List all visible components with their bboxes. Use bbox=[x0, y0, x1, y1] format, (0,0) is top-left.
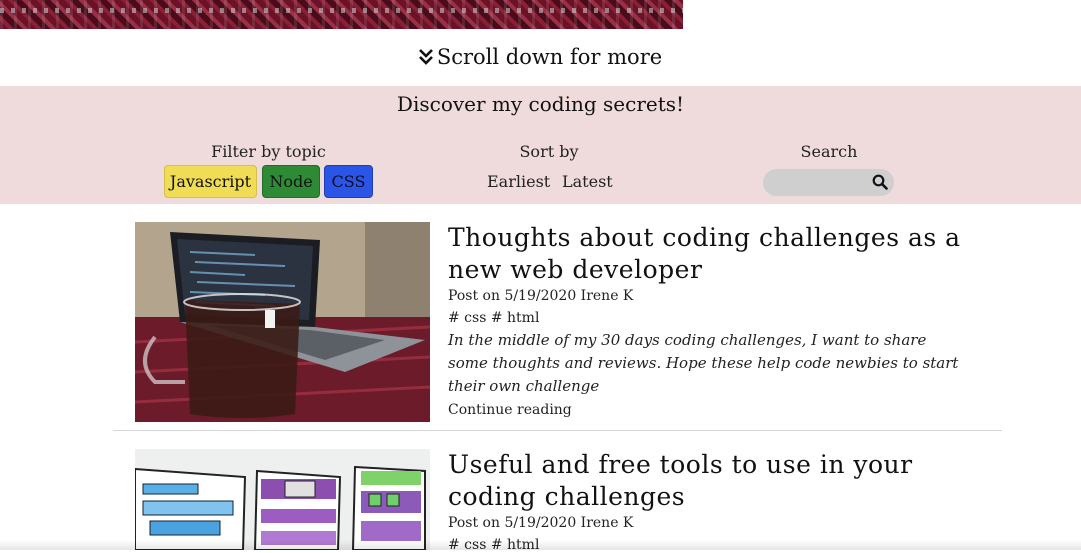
search-label: Search bbox=[800, 142, 858, 161]
post-thumbnail[interactable] bbox=[135, 222, 430, 422]
search-field[interactable] bbox=[763, 169, 894, 196]
topic-css-button[interactable]: CSS bbox=[324, 165, 373, 198]
sort-earliest-link[interactable]: Earliest bbox=[487, 172, 550, 191]
double-chevron-down-icon bbox=[418, 49, 433, 65]
post-tags[interactable]: # css # html bbox=[448, 310, 539, 326]
post-title[interactable]: Useful and free tools to use in your cod… bbox=[448, 449, 988, 513]
hero-image bbox=[0, 0, 683, 29]
topic-javascript-button[interactable]: Javascript bbox=[164, 165, 257, 198]
scroll-hint[interactable]: Scroll down for more bbox=[0, 42, 1081, 72]
discover-banner: Discover my coding secrets! Filter by to… bbox=[0, 86, 1081, 204]
post-title[interactable]: Thoughts about coding challenges as a ne… bbox=[448, 222, 988, 286]
bottom-shadow bbox=[0, 540, 1081, 550]
filter-label: Filter by topic bbox=[211, 142, 326, 161]
post-meta: Post on 5/19/2020 Irene K bbox=[448, 515, 634, 531]
banner-title: Discover my coding secrets! bbox=[396, 92, 685, 116]
topic-node-button[interactable]: Node bbox=[262, 165, 320, 198]
post-thumbnail[interactable] bbox=[135, 449, 430, 550]
search-icon[interactable] bbox=[872, 174, 888, 190]
post-excerpt: In the middle of my 30 days coding chall… bbox=[448, 331, 959, 395]
post-divider bbox=[113, 430, 1002, 431]
search-input[interactable] bbox=[763, 169, 883, 196]
sort-label: Sort by bbox=[519, 142, 579, 161]
scroll-hint-label: Scroll down for more bbox=[436, 45, 663, 69]
post-meta: Post on 5/19/2020 Irene K bbox=[448, 288, 634, 304]
post-card: Useful and free tools to use in your cod… bbox=[135, 449, 1015, 553]
post-card: Thoughts about coding challenges as a ne… bbox=[135, 222, 1015, 422]
sort-latest-link[interactable]: Latest bbox=[562, 172, 613, 191]
continue-reading-link[interactable]: Continue reading bbox=[448, 402, 572, 418]
